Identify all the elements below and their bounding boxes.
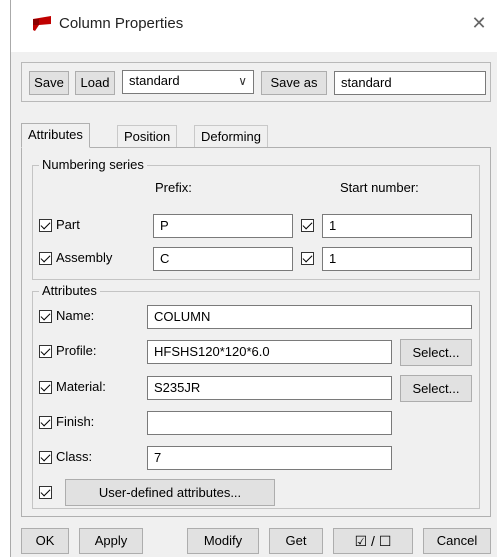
tab-position[interactable]: Position — [117, 125, 178, 147]
name-input[interactable]: COLUMN — [147, 305, 472, 329]
name-checkbox[interactable] — [39, 310, 52, 323]
chevron-down-icon: ∨ — [238, 74, 247, 88]
assembly-start-input[interactable]: 1 — [322, 247, 472, 271]
toggle-all-checkboxes-button[interactable]: ☑ / ☐ — [333, 528, 413, 554]
numbering-series-title: Numbering series — [39, 157, 147, 172]
finish-label: Finish: — [56, 414, 95, 429]
material-select-button[interactable]: Select... — [400, 375, 472, 402]
udf-checkbox[interactable] — [39, 486, 52, 499]
numbering-series-group: Numbering series Prefix: Start number: P… — [32, 157, 480, 280]
cancel-button[interactable]: Cancel — [423, 528, 491, 554]
preset-combo[interactable]: standard ∨ — [122, 70, 254, 94]
load-button[interactable]: Load — [75, 71, 115, 95]
material-input[interactable]: S235JR — [147, 376, 392, 400]
ok-button[interactable]: OK — [21, 528, 69, 554]
window-title: Column Properties — [59, 15, 184, 32]
class-input[interactable]: 7 — [147, 446, 392, 470]
title-bar: Column Properties ✕ — [11, 0, 497, 52]
attributes-tab-panel: Numbering series Prefix: Start number: P… — [21, 147, 491, 517]
start-number-header: Start number: — [340, 180, 419, 195]
user-defined-attributes-button[interactable]: User-defined attributes... — [65, 479, 275, 506]
tab-attributes[interactable]: Attributes — [21, 123, 90, 148]
column-properties-dialog: Column Properties ✕ Save Load standard ∨… — [10, 0, 497, 557]
column-app-icon — [33, 16, 51, 31]
attributes-group-title: Attributes — [39, 283, 100, 298]
save-button[interactable]: Save — [29, 71, 69, 95]
attributes-group: Attributes Name: COLUMN Profile: HFSHS12… — [32, 283, 480, 509]
material-checkbox[interactable] — [39, 381, 52, 394]
assembly-checkbox[interactable] — [39, 252, 52, 265]
part-prefix-input[interactable]: P — [153, 214, 293, 238]
profile-label: Profile: — [56, 343, 97, 358]
finish-input[interactable] — [147, 411, 392, 435]
class-checkbox[interactable] — [39, 451, 52, 464]
part-start-checkbox[interactable] — [301, 219, 314, 232]
prefix-header: Prefix: — [155, 180, 192, 195]
profile-input[interactable]: HFSHS120*120*6.0 — [147, 340, 392, 364]
profile-checkbox[interactable] — [39, 345, 52, 358]
part-checkbox[interactable] — [39, 219, 52, 232]
class-label: Class: — [56, 449, 93, 464]
modify-button[interactable]: Modify — [187, 528, 259, 554]
close-icon[interactable]: ✕ — [468, 12, 490, 34]
preset-combo-value: standard — [129, 73, 180, 88]
assembly-prefix-input[interactable]: C — [153, 247, 293, 271]
apply-button[interactable]: Apply — [79, 528, 143, 554]
part-start-input[interactable]: 1 — [322, 214, 472, 238]
name-label: Name: — [56, 308, 95, 323]
tab-deforming[interactable]: Deforming — [194, 125, 268, 147]
save-as-input[interactable]: standard — [334, 71, 486, 95]
part-label: Part — [56, 217, 80, 232]
material-label: Material: — [56, 379, 106, 394]
save-as-button[interactable]: Save as — [261, 71, 327, 95]
assembly-start-checkbox[interactable] — [301, 252, 314, 265]
assembly-label: Assembly — [56, 250, 113, 265]
finish-checkbox[interactable] — [39, 416, 52, 429]
get-button[interactable]: Get — [269, 528, 323, 554]
preset-toolbar: Save Load standard ∨ Save as standard — [21, 62, 491, 102]
profile-select-button[interactable]: Select... — [400, 339, 472, 366]
